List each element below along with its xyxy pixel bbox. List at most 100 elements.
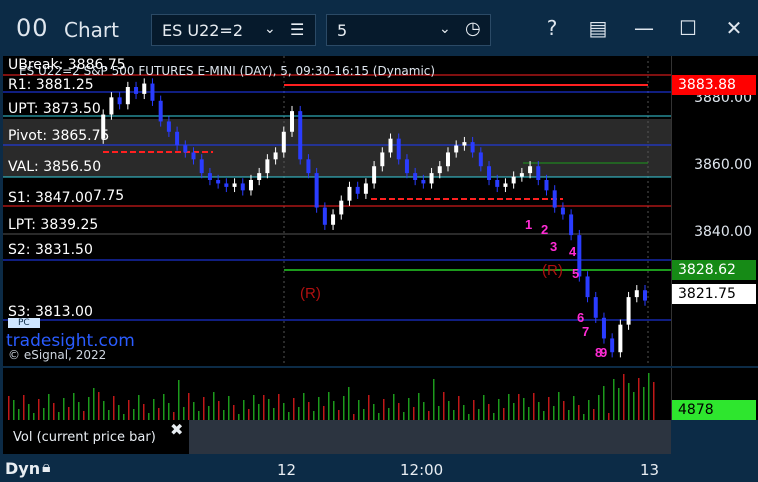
volume-bar bbox=[523, 398, 525, 420]
volume-bar bbox=[218, 401, 220, 420]
candle-body bbox=[536, 166, 541, 180]
sequence-group: 1 23 456789 bbox=[525, 217, 607, 360]
volume-bar bbox=[573, 396, 575, 420]
candle-body bbox=[610, 338, 615, 353]
dyn-label: Dyn bbox=[5, 459, 41, 478]
volume-bar bbox=[648, 373, 650, 420]
volume-bar bbox=[53, 403, 55, 420]
template-icon[interactable]: ▤ bbox=[584, 14, 612, 42]
axis-gap bbox=[671, 420, 757, 454]
volume-bar bbox=[598, 395, 600, 420]
candle-body bbox=[413, 173, 418, 180]
time-tick: 12 bbox=[277, 461, 297, 479]
sequence-number: 1 bbox=[525, 217, 532, 232]
lock-icon[interactable]: 🔒︎ bbox=[42, 457, 51, 477]
chevron-down-icon[interactable]: ⌄ bbox=[439, 21, 451, 37]
minimize-button[interactable]: — bbox=[630, 14, 658, 42]
copyright-text: © eSignal, 2022 bbox=[8, 348, 107, 362]
clock-icon[interactable]: ◷ bbox=[465, 18, 481, 39]
volume-bar bbox=[403, 412, 405, 420]
maximize-button[interactable]: ☐ bbox=[674, 14, 702, 42]
volume-bar bbox=[143, 404, 145, 420]
candle-body bbox=[437, 166, 442, 174]
interval-input[interactable]: 5 ⌄ ◷ bbox=[326, 14, 491, 46]
candle-body bbox=[380, 152, 385, 167]
volume-bar bbox=[243, 400, 245, 420]
candle-body bbox=[470, 142, 475, 153]
candle-body bbox=[560, 207, 565, 215]
candle-body bbox=[281, 131, 286, 153]
volume-bar bbox=[233, 405, 235, 420]
volume-bar bbox=[533, 393, 535, 420]
volume-bar bbox=[363, 409, 365, 420]
chart-app-icon: 00 bbox=[16, 14, 49, 42]
candle-body bbox=[544, 180, 549, 191]
volume-bar bbox=[443, 392, 445, 420]
candle-body bbox=[388, 138, 393, 153]
volume-bar bbox=[528, 407, 530, 420]
volume-value-box: 4878 bbox=[672, 400, 756, 420]
price-tick: 3860.00 bbox=[694, 157, 752, 173]
volume-bar bbox=[273, 408, 275, 420]
candle-body bbox=[298, 111, 303, 160]
volume-bar bbox=[183, 407, 185, 420]
price-chart-svg: (R) (R) 1 23 456789 bbox=[3, 56, 671, 366]
volume-bar bbox=[198, 411, 200, 420]
price-axis[interactable]: 3880.00 3860.00 3840.00 3883.88 3828.62 … bbox=[671, 56, 758, 366]
volume-bar bbox=[438, 406, 440, 420]
volume-bar bbox=[593, 409, 595, 420]
volume-bar bbox=[33, 413, 35, 420]
candle-body bbox=[158, 100, 163, 122]
volume-bar bbox=[463, 405, 465, 420]
candle-body bbox=[495, 180, 500, 187]
pc-tag: PC bbox=[8, 318, 40, 328]
volume-bar bbox=[628, 383, 630, 420]
candle-body bbox=[191, 152, 196, 160]
volume-bar bbox=[383, 399, 385, 420]
volume-bar bbox=[138, 395, 140, 420]
volume-bar bbox=[333, 401, 335, 420]
volume-bar bbox=[588, 400, 590, 420]
candle-body bbox=[322, 207, 327, 225]
level-label-r1: R1: 3881.25 bbox=[8, 77, 94, 93]
price-box-last: 3821.75 bbox=[672, 284, 756, 304]
candle-body bbox=[314, 173, 319, 208]
candle-body bbox=[503, 183, 508, 187]
candle-body bbox=[634, 290, 639, 298]
volume-bar bbox=[618, 388, 620, 420]
candle-body bbox=[404, 159, 409, 174]
symbol-input[interactable]: ES U22=2 ⌄ ☰ bbox=[151, 14, 316, 46]
close-icon[interactable]: ✖ bbox=[170, 420, 183, 439]
volume-bar bbox=[13, 400, 15, 420]
volume-bar bbox=[58, 412, 60, 420]
volume-chart[interactable] bbox=[3, 368, 671, 420]
candle-body bbox=[142, 83, 147, 94]
volume-bar bbox=[278, 394, 280, 420]
volume-bar bbox=[448, 401, 450, 420]
volume-bar bbox=[43, 408, 45, 420]
sequence-number: 3 bbox=[550, 239, 557, 254]
level-label-val: VAL: 3856.50 bbox=[8, 159, 102, 175]
volume-bar bbox=[498, 399, 500, 420]
volume-bar bbox=[348, 387, 350, 420]
volume-bar bbox=[23, 395, 25, 420]
candle-body bbox=[519, 173, 524, 177]
candle-body bbox=[569, 214, 574, 236]
volume-bar bbox=[433, 379, 435, 420]
level-label-s2: S2: 3831.50 bbox=[8, 242, 93, 258]
volume-bar bbox=[313, 411, 315, 420]
volume-bar bbox=[378, 413, 380, 420]
volume-bar bbox=[63, 398, 65, 420]
candle-body bbox=[363, 183, 368, 194]
help-icon[interactable]: ? bbox=[538, 14, 566, 42]
volume-bar bbox=[83, 411, 85, 420]
candle-body bbox=[224, 183, 229, 187]
time-axis[interactable]: Dyn 🔒︎ 12 12:00 13 bbox=[0, 454, 758, 482]
price-chart[interactable]: (R) (R) 123456789 ES U22=2 S&P 500 FUTUR… bbox=[3, 56, 671, 366]
close-button[interactable]: ✕ bbox=[720, 14, 748, 42]
volume-label-tab[interactable]: Vol (current price bar) ✖ bbox=[3, 420, 189, 454]
volume-bar bbox=[248, 409, 250, 420]
chevron-down-icon[interactable]: ⌄ bbox=[264, 21, 276, 37]
list-menu-icon[interactable]: ☰ bbox=[290, 20, 304, 39]
volume-bar bbox=[268, 399, 270, 420]
